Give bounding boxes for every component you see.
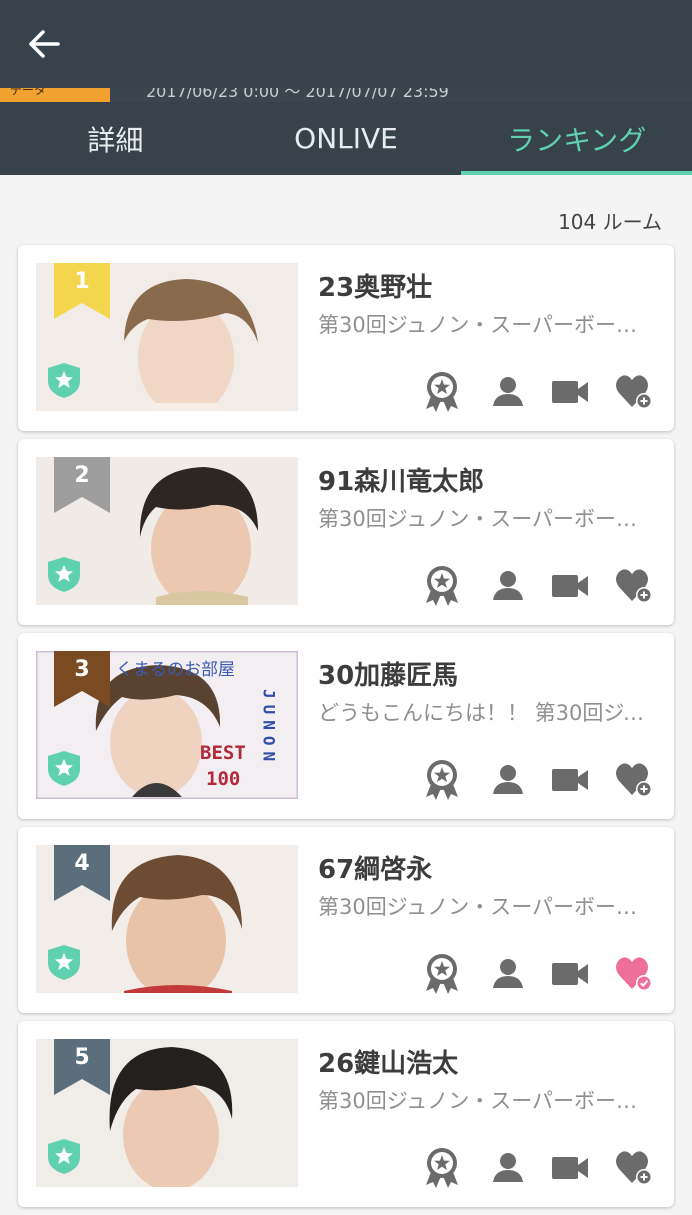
period-text: 2017/06/23 0:00 ～ 2017/07/07 23:59 [146,86,449,101]
arrow-left-icon [29,30,60,58]
room-thumbnail: 5 [36,1039,298,1187]
room-thumbnail: 4 [36,845,298,993]
shield-star-icon [48,363,80,398]
room-name: 30加藤匠馬 [318,661,459,691]
video-camera-icon [552,1157,588,1179]
person-icon [493,959,523,988]
shield-star-icon [48,557,80,592]
favorite-button[interactable] [612,1145,656,1189]
back-button[interactable] [22,22,66,66]
room-description: 第30回ジュノン・スーパーボーイ・コンテスト [318,1089,650,1113]
rank-badge: 4 [54,845,110,901]
profile-button[interactable] [486,369,530,413]
room-actions [420,1145,660,1189]
room-card[interactable]: 1 23奥野壮 第30回ジュノン・スーパーボーイ・コンテスト [18,245,674,431]
award-ribbon-icon [426,566,458,606]
room-card[interactable]: くまるのお部屋 BEST 100 JUNON 3 30加藤匠馬 どうもこんにちは… [18,633,674,819]
award-ribbon-icon [426,954,458,994]
favorite-button[interactable] [612,951,656,995]
video-camera-icon [552,381,588,403]
award-button[interactable] [420,951,464,995]
rank-number: 4 [74,851,90,876]
room-name: 26鍵山浩太 [318,1049,459,1079]
rank-badge: 1 [54,263,110,319]
video-button[interactable] [548,563,592,607]
tab-bar: 詳細 ONLIVE ランキング [0,102,692,175]
room-description: 第30回ジュノン・スーパーボーイ・コンテスト [318,507,650,531]
heart-plus-icon [616,1151,652,1185]
award-button[interactable] [420,1145,464,1189]
rank-number: 5 [74,1045,90,1070]
rank-badge: 5 [54,1039,110,1095]
period-tag: データ [0,86,110,102]
award-button[interactable] [420,563,464,607]
tab-onlive[interactable]: ONLIVE [231,102,462,175]
room-description: 第30回ジュノン・スーパーボーイ・コンテスト [318,313,650,337]
award-ribbon-icon [426,760,458,800]
thumb-best-text: BEST [200,742,246,764]
shield-star-icon [48,751,80,786]
tab-details[interactable]: 詳細 [0,102,231,175]
rank-number: 2 [74,463,90,488]
award-ribbon-icon [426,372,458,412]
room-description: どうもこんにちは！！ 第30回ジュノン [318,701,650,725]
person-icon [493,571,523,600]
video-camera-icon [552,963,588,985]
room-card[interactable]: 4 67綱啓永 第30回ジュノン・スーパーボーイ・コンテスト [18,827,674,1013]
award-ribbon-icon [426,1148,458,1188]
video-button[interactable] [548,757,592,801]
favorite-button[interactable] [612,563,656,607]
thumb-room-text: くまるのお部屋 [116,660,235,680]
video-button[interactable] [548,951,592,995]
video-button[interactable] [548,1145,592,1189]
video-camera-icon [552,769,588,791]
favorite-button[interactable] [612,369,656,413]
room-actions [420,757,660,801]
rank-badge: 2 [54,457,110,513]
shield-star-icon [48,1139,80,1174]
room-actions [420,951,660,995]
tab-ranking[interactable]: ランキング [461,102,692,175]
heart-plus-icon [616,375,652,409]
rank-badge: 3 [54,651,110,707]
room-card[interactable]: 2 91森川竜太郎 第30回ジュノン・スーパーボーイ・コンテスト [18,439,674,625]
profile-button[interactable] [486,1145,530,1189]
award-button[interactable] [420,757,464,801]
room-name: 23奥野壮 [318,273,433,303]
room-description: 第30回ジュノン・スーパーボーイ・コンテスト [318,895,650,919]
heart-plus-icon [616,763,652,797]
event-period-bar: データ 2017/06/23 0:00 ～ 2017/07/07 23:59 [0,86,692,102]
video-camera-icon [552,575,588,597]
room-count: 104 ルーム [558,210,662,234]
room-card[interactable]: 5 26鍵山浩太 第30回ジュノン・スーパーボーイ・コンテスト [18,1021,674,1207]
room-thumbnail: 1 [36,263,298,411]
ranking-list: 1 23奥野壮 第30回ジュノン・スーパーボーイ・コンテスト [18,245,674,1215]
room-name: 67綱啓永 [318,855,433,885]
room-name: 91森川竜太郎 [318,467,485,497]
thumb-100-text: 100 [206,768,240,790]
thumb-junon-text: JUNON [260,689,279,767]
profile-button[interactable] [486,563,530,607]
profile-button[interactable] [486,951,530,995]
award-button[interactable] [420,369,464,413]
room-actions [420,369,660,413]
room-thumbnail: くまるのお部屋 BEST 100 JUNON 3 [36,651,298,799]
room-actions [420,563,660,607]
app-header [0,0,692,88]
person-icon [493,1153,523,1182]
rank-number: 1 [74,269,90,294]
shield-star-icon [48,945,80,980]
favorite-button[interactable] [612,757,656,801]
rank-number: 3 [74,657,90,682]
profile-button[interactable] [486,757,530,801]
video-button[interactable] [548,369,592,413]
heart-plus-icon [616,569,652,603]
person-icon [493,377,523,406]
heart-check-icon [616,957,652,991]
person-icon [493,765,523,794]
room-thumbnail: 2 [36,457,298,605]
